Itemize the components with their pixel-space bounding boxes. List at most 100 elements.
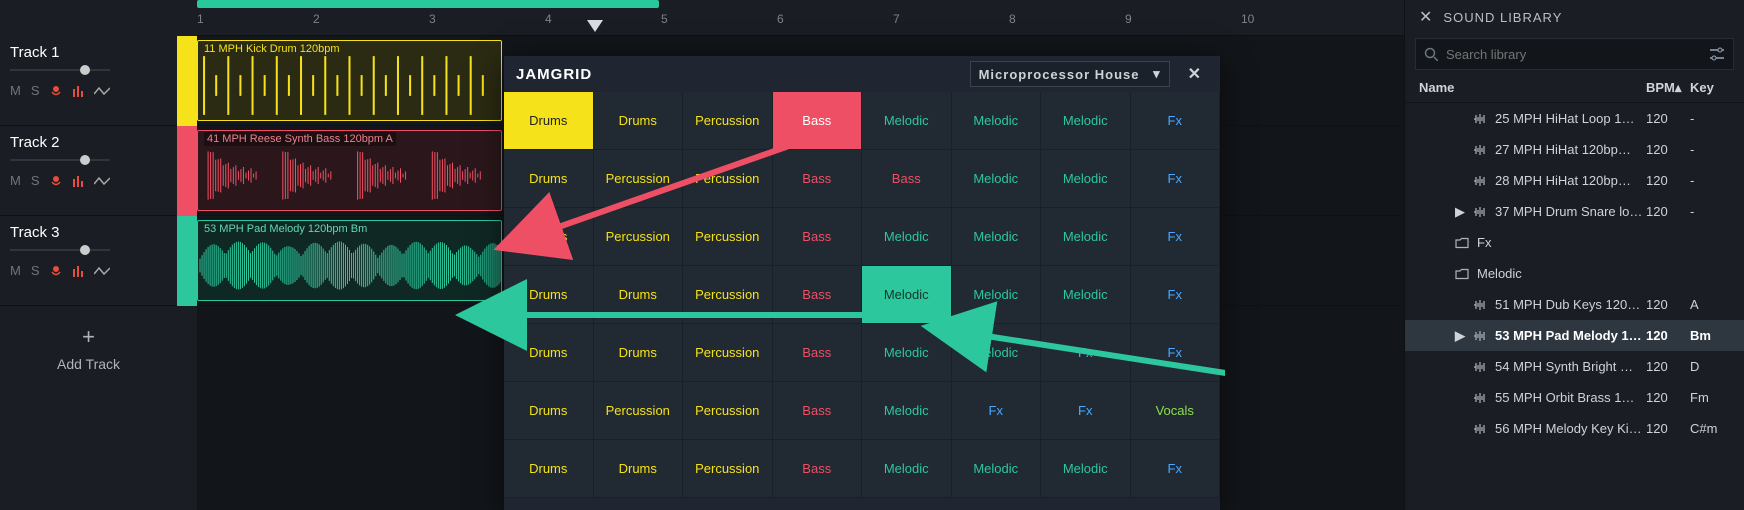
jamgrid-cell[interactable]: Drums bbox=[504, 440, 594, 498]
play-icon[interactable]: ▶ bbox=[1455, 204, 1467, 220]
meter-icon[interactable] bbox=[72, 85, 84, 97]
library-folder[interactable]: Melodic bbox=[1405, 258, 1744, 289]
jamgrid-cell[interactable]: Melodic bbox=[1041, 208, 1131, 266]
jamgrid-cell[interactable]: Percussion bbox=[594, 150, 684, 208]
automation-icon[interactable] bbox=[94, 176, 110, 186]
playhead[interactable] bbox=[587, 20, 603, 32]
jamgrid-cell[interactable]: Drums bbox=[594, 440, 684, 498]
jamgrid-cell[interactable]: Melodic bbox=[1041, 92, 1131, 150]
mute-button[interactable]: M bbox=[10, 263, 21, 278]
loop-region[interactable] bbox=[197, 0, 659, 8]
filter-icon[interactable] bbox=[1709, 47, 1725, 61]
jamgrid-cell[interactable]: Percussion bbox=[683, 208, 773, 266]
jamgrid-cell[interactable]: Drums bbox=[504, 208, 594, 266]
jamgrid-cell[interactable]: Drums bbox=[504, 382, 594, 440]
track-header[interactable]: Track 1MS bbox=[0, 36, 177, 126]
jamgrid-cell[interactable]: Melodic bbox=[952, 440, 1042, 498]
jamgrid-cell[interactable]: Percussion bbox=[594, 208, 684, 266]
jamgrid-cell[interactable]: Fx bbox=[1131, 266, 1221, 324]
jamgrid-cell[interactable]: Percussion bbox=[683, 382, 773, 440]
add-track-button[interactable]: +Add Track bbox=[0, 306, 177, 372]
jamgrid-cell[interactable]: Bass bbox=[773, 208, 863, 266]
jamgrid-cell[interactable]: Fx bbox=[1131, 208, 1221, 266]
record-icon[interactable] bbox=[50, 85, 62, 97]
library-item[interactable]: ▶55 MPH Orbit Brass 1…120Fm bbox=[1405, 382, 1744, 413]
jamgrid-cell[interactable]: Melodic bbox=[952, 92, 1042, 150]
jamgrid-cell[interactable]: Bass bbox=[773, 266, 863, 324]
jamgrid-cell[interactable]: Fx bbox=[1131, 324, 1221, 382]
solo-button[interactable]: S bbox=[31, 173, 40, 188]
jamgrid-cell[interactable]: Bass bbox=[773, 440, 863, 498]
jamgrid-cell[interactable]: Drums bbox=[504, 92, 594, 150]
library-folder[interactable]: Fx bbox=[1405, 227, 1744, 258]
mute-button[interactable]: M bbox=[10, 83, 21, 98]
library-item[interactable]: ▶27 MPH HiHat 120bp…120- bbox=[1405, 134, 1744, 165]
library-search[interactable] bbox=[1415, 38, 1734, 70]
jamgrid-cell[interactable]: Drums bbox=[504, 266, 594, 324]
column-key[interactable]: Key bbox=[1690, 80, 1730, 96]
jamgrid-cell[interactable]: Bass bbox=[773, 92, 863, 150]
library-item[interactable]: ▶53 MPH Pad Melody 12…120Bm bbox=[1405, 320, 1744, 351]
jamgrid-cell[interactable]: Melodic bbox=[952, 324, 1042, 382]
jamgrid-cell[interactable]: Fx bbox=[1131, 440, 1221, 498]
audio-clip[interactable]: 41 MPH Reese Synth Bass 120bpm A bbox=[197, 130, 502, 211]
jamgrid-cell[interactable]: Fx bbox=[1131, 150, 1221, 208]
meter-icon[interactable] bbox=[72, 265, 84, 277]
jamgrid-cell[interactable]: Percussion bbox=[594, 382, 684, 440]
column-name[interactable]: Name bbox=[1419, 80, 1646, 96]
library-item[interactable]: ▶56 MPH Melody Key Ki…120C#m bbox=[1405, 413, 1744, 444]
record-icon[interactable] bbox=[50, 175, 62, 187]
jamgrid-cell[interactable]: Melodic bbox=[952, 208, 1042, 266]
library-item[interactable]: ▶54 MPH Synth Bright …120D bbox=[1405, 351, 1744, 382]
jamgrid-cell[interactable]: Percussion bbox=[683, 266, 773, 324]
close-icon[interactable]: ✕ bbox=[1419, 7, 1433, 27]
jamgrid-cell[interactable]: Bass bbox=[773, 150, 863, 208]
library-item[interactable]: ▶37 MPH Drum Snare lo…120- bbox=[1405, 196, 1744, 227]
volume-slider[interactable] bbox=[10, 65, 167, 75]
mute-button[interactable]: M bbox=[10, 173, 21, 188]
jamgrid-cell[interactable]: Percussion bbox=[683, 324, 773, 382]
library-item[interactable]: ▶51 MPH Dub Keys 120…120A bbox=[1405, 289, 1744, 320]
track-header[interactable]: Track 2MS bbox=[0, 126, 177, 216]
library-item[interactable]: ▶25 MPH HiHat Loop 1…120- bbox=[1405, 103, 1744, 134]
library-item[interactable]: ▶28 MPH HiHat 120bp…120- bbox=[1405, 165, 1744, 196]
jamgrid-cell[interactable]: Vocals bbox=[1131, 382, 1221, 440]
audio-clip[interactable]: 53 MPH Pad Melody 120bpm Bm bbox=[197, 220, 502, 301]
jamgrid-cell[interactable]: Drums bbox=[594, 266, 684, 324]
jamgrid-cell[interactable]: Melodic bbox=[862, 440, 952, 498]
search-input[interactable] bbox=[1446, 47, 1701, 62]
jamgrid-cell[interactable]: Fx bbox=[952, 382, 1042, 440]
audio-clip[interactable]: 11 MPH Kick Drum 120bpm bbox=[197, 40, 502, 121]
jamgrid-cell[interactable]: Drums bbox=[504, 150, 594, 208]
close-icon[interactable]: ✕ bbox=[1182, 64, 1208, 84]
jamgrid-cell[interactable]: Bass bbox=[773, 324, 863, 382]
jamgrid-cell[interactable]: Drums bbox=[504, 324, 594, 382]
jamgrid-cell[interactable]: Melodic bbox=[862, 382, 952, 440]
jamgrid-cell[interactable]: Fx bbox=[1131, 92, 1221, 150]
solo-button[interactable]: S bbox=[31, 83, 40, 98]
column-bpm[interactable]: BPM▴ bbox=[1646, 80, 1690, 96]
jamgrid-cell[interactable]: Fx bbox=[1041, 382, 1131, 440]
jamgrid-cell[interactable]: Fx bbox=[1041, 324, 1131, 382]
jamgrid-cell[interactable]: Melodic bbox=[952, 150, 1042, 208]
jamgrid-cell[interactable]: Melodic bbox=[952, 266, 1042, 324]
volume-slider[interactable] bbox=[10, 155, 167, 165]
jamgrid-cell[interactable]: Melodic bbox=[1041, 440, 1131, 498]
jamgrid-cell[interactable]: Melodic bbox=[862, 324, 952, 382]
solo-button[interactable]: S bbox=[31, 263, 40, 278]
track-header[interactable]: Track 3MS bbox=[0, 216, 177, 306]
jamgrid-cell[interactable]: Melodic bbox=[1041, 266, 1131, 324]
jamgrid-cell[interactable]: Melodic bbox=[862, 208, 952, 266]
play-icon[interactable]: ▶ bbox=[1455, 328, 1467, 344]
automation-icon[interactable] bbox=[94, 86, 110, 96]
record-icon[interactable] bbox=[50, 265, 62, 277]
jamgrid-preset-dropdown[interactable]: Microprocessor House ▾ bbox=[970, 61, 1170, 87]
jamgrid-cell[interactable]: Melodic bbox=[1041, 150, 1131, 208]
jamgrid-cell[interactable]: Drums bbox=[594, 324, 684, 382]
jamgrid-cell[interactable]: Drums bbox=[594, 92, 684, 150]
jamgrid-cell[interactable]: Bass bbox=[862, 150, 952, 208]
jamgrid-cell[interactable]: Melodic bbox=[862, 92, 952, 150]
automation-icon[interactable] bbox=[94, 266, 110, 276]
meter-icon[interactable] bbox=[72, 175, 84, 187]
jamgrid-cell[interactable]: Melodic bbox=[862, 266, 952, 324]
